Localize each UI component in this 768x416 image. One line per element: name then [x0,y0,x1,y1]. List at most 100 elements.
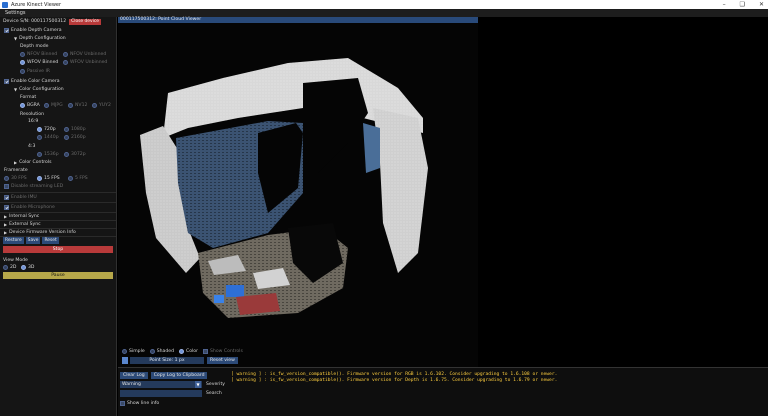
firmware-info-header[interactable]: ▶ Device Firmware Version Info [0,229,116,236]
format-yuy2[interactable]: YUY2 [92,102,111,109]
depth-configuration-label: Depth Configuration [19,36,66,41]
format-mjpg[interactable]: MJPG [44,102,63,109]
point-cloud-canvas[interactable] [118,23,478,345]
copy-log-button[interactable]: Copy Log to Clipboard [150,372,208,379]
resolution-3072p[interactable]: 3072p [64,151,86,158]
depth-mode-passive-ir[interactable]: Passive IR [20,68,50,75]
resolution-2160p[interactable]: 2160p [64,134,86,141]
depth-mode-text: Depth mode [20,44,49,49]
render-mode-simple-radio[interactable] [122,349,127,354]
framerate-15[interactable]: 15 FPS [37,175,60,182]
resolution-1440p[interactable]: 1440p [37,134,59,141]
enable-color-camera-checkbox[interactable]: Enable Color Camera [4,78,60,85]
view-mode-3d[interactable]: 3D [21,264,34,271]
stop-button[interactable]: Stop [3,246,113,253]
resolution-1080p[interactable]: 1080p [64,126,86,133]
internal-sync-header[interactable]: ▶ Internal Sync [0,213,116,220]
window-controls: – ❑ ✕ [723,0,764,9]
depth-mode-nfov-binned[interactable]: NFOV Binned [20,51,57,58]
collapsed-arrow-icon: ▶ [4,214,8,219]
depth-configuration-header[interactable]: ▼ Depth Configuration [14,35,66,42]
radio-icon [20,52,25,57]
reset-button[interactable]: Reset [42,237,59,244]
render-mode-controls: Simple Shaded Color Show Controls [122,348,243,355]
view-mode-label: View Mode [3,257,28,264]
point-cloud-blue-object [214,295,224,303]
collapsed-arrow-icon: ▶ [14,160,18,165]
point-size-slider-handle[interactable] [122,357,128,364]
color-configuration-header[interactable]: ▼ Color Configuration [14,86,64,93]
show-controls-checkbox[interactable] [203,349,208,354]
format-option-label: NV12 [75,103,88,108]
external-sync-header[interactable]: ▶ External Sync [0,221,116,228]
format-bgra[interactable]: BGRA [20,102,40,109]
resolution-option-label: 1440p [44,135,59,140]
pause-button[interactable]: Pause [3,272,113,279]
enable-depth-camera-checkbox[interactable]: Enable Depth Camera [4,27,62,34]
reset-view-button[interactable]: Reset view [207,357,238,364]
render-mode-color-label: Color [186,349,198,354]
radio-icon [3,265,8,270]
ratio-16-9-label: 16:9 [28,118,38,125]
close-icon[interactable]: ✕ [759,1,764,8]
show-line-info-checkbox[interactable]: Show line info [120,400,159,407]
radio-icon [4,176,9,181]
radio-selected-icon [20,103,25,108]
chevron-down-icon[interactable]: ▼ [195,381,201,388]
resolution-720p[interactable]: 720p [37,126,56,133]
depth-mode-wfov-binned[interactable]: WFOV Binned [20,59,58,66]
render-mode-shaded-radio[interactable] [149,349,155,354]
resolution-1536p[interactable]: 1536p [37,151,59,158]
divider [0,192,116,193]
enable-microphone-checkbox[interactable]: Enable Microphone [4,204,55,211]
radio-icon [63,52,68,57]
color-controls-header[interactable]: ▶ Color Controls [14,159,52,166]
point-size-slider[interactable]: Point Size: 1 px [130,357,204,364]
radio-icon [64,127,69,132]
depth-mode-wfov-unbinned[interactable]: WFOV Unbinned [63,59,107,66]
clear-log-button[interactable]: Clear Log [120,372,148,379]
maximize-icon[interactable]: ❑ [740,1,745,8]
point-cloud-blue-object [226,285,244,297]
framerate-5[interactable]: 5 FPS [68,175,88,182]
format-nv12[interactable]: NV12 [68,102,87,109]
radio-selected-icon [37,176,42,181]
menu-settings[interactable]: Settings [0,10,31,16]
view-mode-text: View Mode [3,258,28,263]
minimize-icon[interactable]: – [723,1,726,8]
disable-streaming-led-checkbox[interactable]: Disable streaming LED [4,183,63,190]
enable-imu-checkbox[interactable]: Enable IMU [4,194,37,201]
checkbox-checked-icon [4,28,9,33]
checkbox-icon [4,184,9,189]
show-controls-label: Show Controls [210,349,243,354]
radio-icon [37,152,42,157]
log-actions: Clear Log Copy Log to Clipboard [120,372,210,379]
framerate-30[interactable]: 30 FPS [4,175,27,182]
divider [0,202,116,203]
resolution-option-label: 1536p [44,152,59,157]
log-panel: Clear Log Copy Log to Clipboard Warning … [118,367,768,416]
disable-streaming-led-label: Disable streaming LED [11,184,64,189]
view-mode-2d[interactable]: 2D [3,264,16,271]
log-messages: [ warning ] : is_fw_version_compatible()… [231,372,766,384]
depth-mode-option-label: Passive IR [27,69,50,74]
expanded-arrow-icon: ▼ [14,87,18,92]
depth-mode-option-label: WFOV Unbinned [70,60,108,65]
log-search-input[interactable] [120,390,202,397]
depth-mode-nfov-unbinned[interactable]: NFOV Unbinned [63,51,106,58]
severity-select[interactable]: Warning ▼ [120,381,202,388]
radio-icon [68,176,73,181]
point-cloud-viewer: 000117500312: Point Cloud Viewer Simple … [118,17,478,367]
collapsed-arrow-icon: ▶ [4,222,8,227]
radio-icon [92,103,97,108]
radio-selected-icon [20,60,25,65]
save-button[interactable]: Save [25,237,41,244]
restore-button[interactable]: Restore [3,237,24,244]
render-mode-color-radio[interactable] [179,349,184,354]
resolution-option-label: 3072p [71,152,86,157]
point-cloud-right-wall-texture [373,108,428,273]
resolution-option-label: 2160p [71,135,86,140]
app-icon [2,1,8,8]
severity-value: Warning [122,382,141,387]
close-device-button[interactable]: Close device [69,18,101,25]
